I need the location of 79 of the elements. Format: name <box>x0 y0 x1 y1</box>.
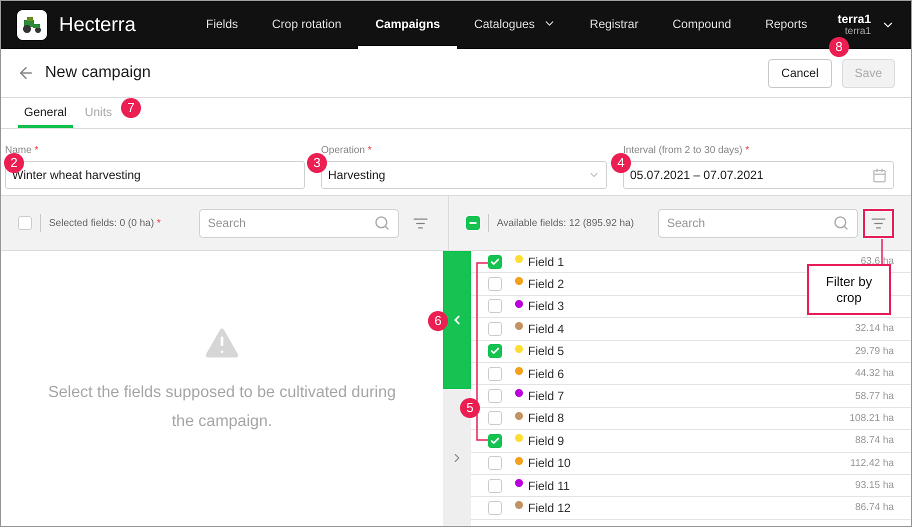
field-name: Field 5 <box>528 343 564 360</box>
checkbox[interactable] <box>466 216 480 230</box>
field-row[interactable]: Field 5 29.79 ha <box>471 340 911 363</box>
nav-item[interactable]: Fields <box>189 1 256 49</box>
field-name: Field 9 <box>528 432 564 450</box>
nav-item[interactable]: Catalogues <box>457 1 573 49</box>
field-row[interactable]: Field 10 112.42 ha <box>471 452 911 475</box>
search-icon <box>833 215 849 231</box>
filter-icon <box>871 216 886 230</box>
checkbox[interactable] <box>488 322 502 336</box>
field-row[interactable]: Field 11 93.15 ha <box>471 474 911 498</box>
checkbox[interactable] <box>18 216 32 230</box>
field-row[interactable]: Field 12 86.74 ha <box>471 497 911 520</box>
check-icon <box>490 256 500 267</box>
checkbox[interactable] <box>488 344 502 358</box>
field-area: 32.14 ha <box>855 321 894 336</box>
account-name: terra1 <box>844 26 871 38</box>
field-name: Field 12 <box>528 500 571 517</box>
date-range-field[interactable]: 05.07.2021 – 07.07.2021 <box>623 161 894 189</box>
field-name: Field 2 <box>528 276 564 294</box>
field-name: Field 10 <box>528 455 571 472</box>
check-icon <box>490 346 500 356</box>
checkbox[interactable] <box>488 254 502 269</box>
action-button[interactable]: Cancel <box>768 58 832 88</box>
field-row[interactable]: Field 9 88.74 ha <box>471 430 911 453</box>
checkbox[interactable] <box>488 434 502 448</box>
nav-item[interactable]: Compound <box>655 1 748 49</box>
checkbox[interactable] <box>488 478 502 493</box>
filter-button[interactable] <box>863 208 894 238</box>
field-name: Field 7 <box>528 388 564 406</box>
user-name: terra1 <box>838 12 871 26</box>
field-area: 58.77 ha <box>855 388 894 404</box>
step-badge: 6 <box>428 311 448 331</box>
nav-item[interactable]: Registrar <box>572 1 656 49</box>
field-row[interactable]: Field 6 44.32 ha <box>471 362 911 386</box>
field-area: 112.42 ha <box>850 456 894 471</box>
checkbox[interactable] <box>488 277 502 292</box>
checkbox[interactable] <box>488 299 502 314</box>
checkbox[interactable] <box>488 500 502 515</box>
checkbox[interactable] <box>488 411 502 426</box>
available-summary: Available fields: 12 (895.92 ha) <box>496 216 634 230</box>
field-area: 29.79 ha <box>855 344 894 359</box>
callout: Filter by crop <box>807 264 891 315</box>
field-area: 86.74 ha <box>855 500 894 516</box>
filter-icon[interactable] <box>412 216 428 230</box>
checkbox[interactable] <box>488 456 502 470</box>
checkbox[interactable] <box>488 389 502 404</box>
check-icon <box>490 436 500 446</box>
field-name: Field 11 <box>528 478 570 495</box>
collapse-button[interactable] <box>443 251 471 389</box>
operation-dropdown[interactable]: Harvesting <box>321 161 607 189</box>
field-area: 108.21 ha <box>850 410 894 426</box>
field-row[interactable]: Field 4 32.14 ha <box>471 318 911 341</box>
nav-item[interactable]: Reports <box>748 1 824 49</box>
tab[interactable]: General <box>18 98 73 128</box>
page-title: New campaign <box>45 63 151 83</box>
step-badge: 8 <box>829 37 849 57</box>
calendar-icon <box>872 168 887 182</box>
field-area: 88.74 ha <box>855 433 894 448</box>
field-name: Field 1 <box>528 254 564 271</box>
nav-item[interactable]: Crop rotation <box>255 1 358 49</box>
field-name: Field 3 <box>528 298 564 316</box>
step-badge: 4 <box>611 153 631 173</box>
app-name: Hecterra <box>59 13 137 38</box>
search-icon <box>374 215 390 231</box>
field-area: 44.32 ha <box>855 366 894 382</box>
leader-line <box>881 239 883 264</box>
step-badge: 7 <box>121 98 141 118</box>
back-icon[interactable] <box>17 64 35 82</box>
field-name: Field 4 <box>528 320 564 338</box>
empty-message: Select the fields supposed to be cultivated during the campaign. <box>47 382 397 432</box>
logo-icon <box>17 10 47 40</box>
step-badge: 3 <box>307 153 327 173</box>
field-name: Field 6 <box>528 366 564 383</box>
checkbox[interactable] <box>488 366 502 381</box>
field-area: 93.15 ha <box>855 478 894 494</box>
nav-item[interactable]: Campaigns <box>358 1 458 49</box>
selected-summary: Selected fields: 0 (0 ha) * <box>49 216 161 230</box>
field-name: Field 8 <box>528 410 564 428</box>
